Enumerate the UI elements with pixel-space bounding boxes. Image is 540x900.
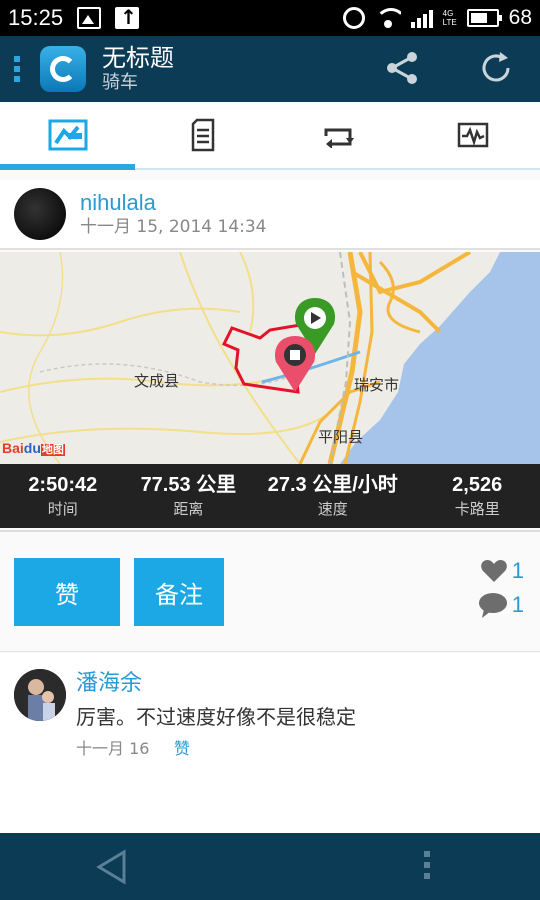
stat-value: 77.53 公里 bbox=[140, 474, 237, 496]
page-title: 无标题 bbox=[102, 44, 174, 72]
like-button[interactable]: 赞 bbox=[14, 558, 120, 626]
actions-section: 赞 备注 1 1 bbox=[0, 532, 540, 652]
road bbox=[239, 252, 255, 333]
comment-item: 潘海余 厉害。不过速度好像不是很稳定 十一月 16 赞 bbox=[0, 653, 540, 833]
baidu-map-logo: Baidu地图 bbox=[2, 440, 65, 456]
comment-text: 厉害。不过速度好像不是很稳定 bbox=[76, 705, 356, 729]
comments-count-value: 1 bbox=[511, 592, 524, 617]
stat-calories: 2,526 卡路里 bbox=[414, 464, 540, 528]
end-pin[interactable] bbox=[274, 336, 316, 392]
tab-laps[interactable] bbox=[270, 102, 405, 168]
highway bbox=[378, 260, 421, 334]
likes-count-value: 1 bbox=[511, 558, 524, 583]
comment-like-link[interactable]: 赞 bbox=[174, 735, 190, 759]
app-bar: 无标题 骑车 bbox=[0, 36, 540, 102]
stat-label: 卡路里 bbox=[454, 500, 500, 518]
activity-type: 骑车 bbox=[102, 72, 138, 93]
note-button[interactable]: 备注 bbox=[134, 558, 224, 626]
heart-icon bbox=[480, 560, 507, 582]
stat-label: 速度 bbox=[317, 500, 348, 518]
stat-distance: 77.53 公里 距离 bbox=[126, 464, 252, 528]
map-canvas bbox=[0, 252, 540, 464]
share-icon[interactable] bbox=[384, 50, 420, 86]
comment-bubble-icon bbox=[478, 593, 507, 618]
map-label-pingyang: 平阳县 bbox=[318, 428, 364, 446]
activity-header: nihulala 十一月 15, 2014 14:34 bbox=[0, 180, 540, 250]
comment-author[interactable]: 潘海余 bbox=[76, 665, 142, 697]
overflow-menu-icon[interactable] bbox=[424, 851, 430, 879]
comments-count[interactable]: 1 bbox=[478, 592, 524, 618]
battery-icon bbox=[466, 9, 502, 27]
drawer-menu-icon[interactable] bbox=[14, 56, 30, 82]
map-tab-icon bbox=[48, 119, 87, 151]
upload-notification-icon bbox=[115, 5, 140, 29]
signal-icon bbox=[410, 8, 433, 28]
stats-bar: 2:50:42 时间 77.53 公里 距离 27.3 公里/小时 速度 2,5… bbox=[0, 464, 540, 528]
tab-details[interactable] bbox=[135, 102, 270, 168]
avatar[interactable] bbox=[14, 188, 66, 240]
avatar[interactable] bbox=[14, 669, 66, 721]
activity-date: 十一月 15, 2014 14:34 bbox=[80, 217, 267, 237]
stat-value: 2:50:42 bbox=[28, 474, 98, 496]
chart-tab-icon bbox=[457, 122, 488, 148]
status-bar: 15:25 4G LTE 68 bbox=[0, 0, 540, 36]
stat-value: 2,526 bbox=[452, 474, 503, 496]
wifi-icon bbox=[374, 8, 401, 28]
route-map[interactable]: 文成县 瑞安市 平阳县 Baidu地图 bbox=[0, 252, 540, 464]
system-nav-bar bbox=[0, 833, 540, 900]
activity-user-name[interactable]: nihulala bbox=[80, 190, 267, 216]
road bbox=[0, 401, 341, 443]
lte-indicator: 4G LTE bbox=[442, 9, 457, 27]
likes-count[interactable]: 1 bbox=[480, 558, 524, 584]
tab-bar bbox=[0, 102, 540, 170]
app-logo[interactable] bbox=[40, 46, 86, 92]
comment-date: 十一月 16 bbox=[76, 739, 150, 758]
stat-value: 27.3 公里/小时 bbox=[267, 474, 398, 496]
stat-label: 时间 bbox=[47, 500, 78, 518]
tab-charts[interactable] bbox=[405, 102, 540, 168]
map-label-wencheng: 文成县 bbox=[134, 372, 180, 390]
stat-time: 2:50:42 时间 bbox=[0, 464, 126, 528]
alarm-icon bbox=[342, 7, 365, 29]
battery-percent: 68 bbox=[508, 6, 532, 29]
status-time: 15:25 bbox=[8, 5, 64, 30]
refresh-icon[interactable] bbox=[478, 50, 514, 86]
back-icon[interactable] bbox=[96, 849, 128, 885]
image-notification-icon bbox=[77, 7, 102, 29]
tab-map[interactable] bbox=[0, 102, 135, 170]
stat-speed: 27.3 公里/小时 速度 bbox=[251, 464, 414, 528]
map-label-ruian: 瑞安市 bbox=[354, 376, 400, 394]
document-tab-icon bbox=[191, 118, 214, 152]
repeat-tab-icon bbox=[324, 128, 354, 148]
stat-label: 距离 bbox=[173, 500, 204, 518]
